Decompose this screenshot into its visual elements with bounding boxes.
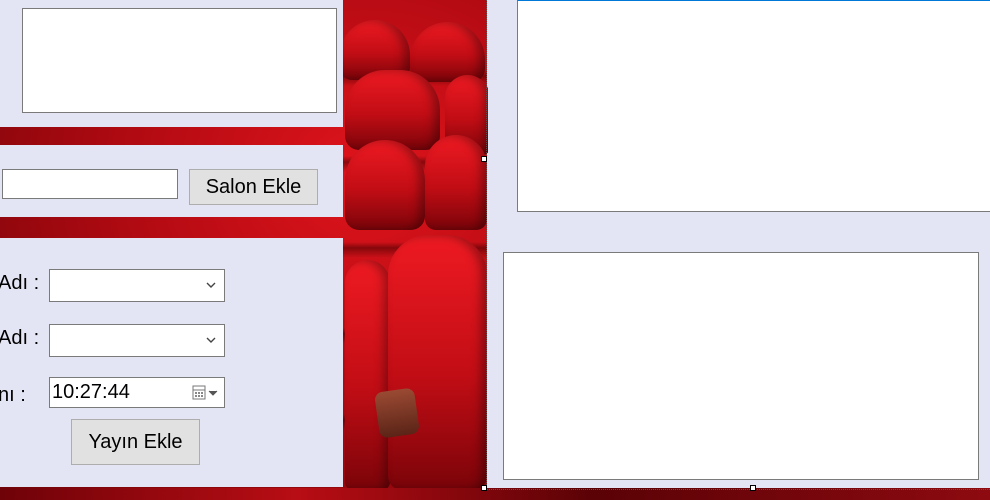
seat [345,140,425,230]
resize-handle[interactable] [481,156,487,162]
yayin-ekle-label: Yayın Ekle [88,430,183,453]
resize-handle[interactable] [750,485,756,491]
lower-right-grid[interactable] [503,252,979,480]
top-left-panel [0,0,343,127]
salon-panel: Salon Ekle [0,145,343,217]
seat [410,22,485,82]
selection-border [486,489,990,490]
row2-label: Adı : [0,327,40,349]
salon-ekle-label: Salon Ekle [205,175,302,198]
seat [388,235,487,490]
row3-label: nı : [0,384,26,406]
selection-border [486,0,487,489]
time-value: 10:27:44 [52,381,130,403]
row1-label: Adı : [0,272,40,294]
seat [345,70,440,150]
row2-combobox[interactable] [49,324,225,357]
time-picker[interactable]: 10:27:44 [49,377,225,408]
calendar-icon[interactable] [192,384,220,402]
armrest [373,387,421,439]
row1-combobox[interactable] [49,269,225,302]
upper-right-grid[interactable] [517,0,990,212]
resize-handle[interactable] [481,485,487,491]
yayin-panel: Adı : Adı : nı : 10:27:44 Yayın Ekle [0,238,343,487]
yayin-ekle-button[interactable]: Yayın Ekle [71,419,200,465]
right-panel [488,0,990,488]
seat [425,135,487,230]
top-left-listbox[interactable] [22,8,337,113]
seat [345,260,390,490]
chevron-down-icon [206,282,216,288]
salon-name-input[interactable] [2,169,178,199]
salon-ekle-button[interactable]: Salon Ekle [189,169,318,205]
chevron-down-icon [206,337,216,343]
